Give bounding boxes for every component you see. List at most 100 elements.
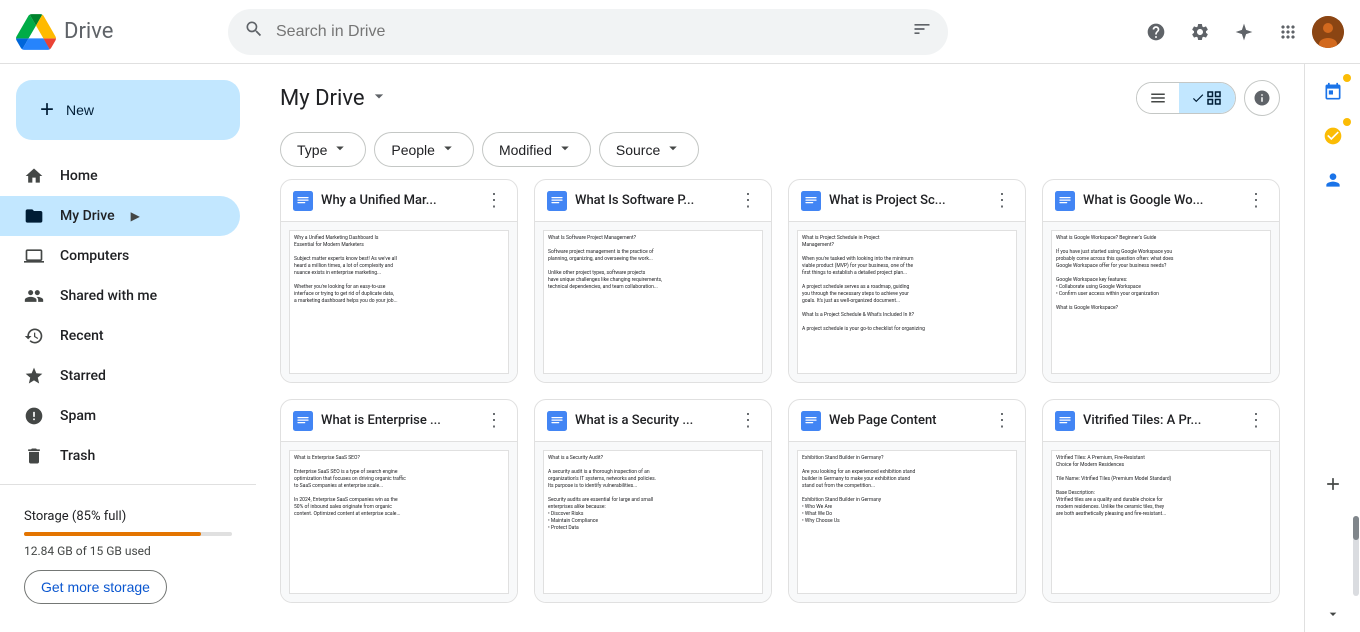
spam-icon [24, 406, 44, 426]
avatar[interactable] [1312, 16, 1344, 48]
card-preview: Vitrified Tiles: A Premium, Fire-Resista… [1043, 442, 1279, 602]
sidebar-item-shared[interactable]: Shared with me [0, 276, 240, 316]
list-view-button[interactable] [1137, 83, 1179, 113]
doc-icon [293, 191, 313, 211]
gemini-icon-button[interactable] [1224, 12, 1264, 52]
card-more-button[interactable]: ⋮ [991, 408, 1013, 433]
doc-preview-text: Why a Unified Marketing Dashboard IsEsse… [289, 230, 509, 374]
card-header: Vitrified Tiles: A Pr... ⋮ [1043, 400, 1279, 442]
card-more-button[interactable]: ⋮ [737, 188, 759, 213]
file-card[interactable]: Web Page Content ⋮ Exhibition Stand Buil… [788, 399, 1026, 603]
doc-preview-text: What is a Security Audit?A security audi… [543, 450, 763, 594]
people-icon [24, 286, 44, 306]
doc-preview-text: Vitrified Tiles: A Premium, Fire-Resista… [1051, 450, 1271, 594]
breadcrumb-chevron-icon[interactable] [369, 86, 389, 111]
sidebar-label-home: Home [60, 168, 98, 184]
filter-type-chevron [331, 139, 349, 160]
card-header: What is Enterprise ... ⋮ [281, 400, 517, 442]
filter-type-label: Type [297, 142, 327, 158]
card-preview-inner: What is Enterprise SaaS SEO?Enterprise S… [281, 442, 517, 602]
filter-type[interactable]: Type [280, 132, 366, 167]
doc-icon [547, 411, 567, 431]
content-header: My Drive [256, 64, 1304, 124]
topbar: Drive [0, 0, 1360, 64]
card-preview: What Is Software Project Management?Soft… [535, 222, 771, 382]
doc-icon [547, 191, 567, 211]
file-card[interactable]: What is Google Wo... ⋮ What is Google Wo… [1042, 179, 1280, 383]
storage-bar-background [24, 532, 232, 536]
tasks-icon-button[interactable] [1313, 116, 1353, 156]
storage-bar-fill [24, 532, 201, 536]
filter-source[interactable]: Source [599, 132, 699, 167]
search-filter-icon[interactable] [912, 19, 932, 44]
sidebar-item-spam[interactable]: Spam [0, 396, 240, 436]
sidebar-item-home[interactable]: Home [0, 156, 240, 196]
search-bar[interactable] [228, 9, 948, 55]
card-title: What is Enterprise ... [321, 413, 475, 428]
search-input[interactable] [276, 23, 900, 41]
computer-icon [24, 246, 44, 266]
sidebar-label-my-drive: My Drive [60, 208, 115, 224]
calendar-icon-button[interactable] [1313, 72, 1353, 112]
settings-icon-button[interactable] [1180, 12, 1220, 52]
card-more-button[interactable]: ⋮ [991, 188, 1013, 213]
contacts-icon-button[interactable] [1313, 160, 1353, 200]
filter-people[interactable]: People [374, 132, 474, 167]
card-title: What is Project Sc... [829, 193, 983, 208]
card-preview-inner: Vitrified Tiles: A Premium, Fire-Resista… [1043, 442, 1279, 602]
sidebar-label-starred: Starred [60, 368, 106, 384]
star-icon [24, 366, 44, 386]
view-controls [1136, 80, 1280, 116]
doc-icon [1055, 191, 1075, 211]
card-preview: What is Enterprise SaaS SEO?Enterprise S… [281, 442, 517, 602]
topbar-right [1136, 12, 1344, 52]
storage-label: Storage (85% full) [24, 509, 232, 524]
new-button[interactable]: + New [16, 80, 240, 140]
list-view-icon [1149, 89, 1167, 107]
folder-icon [24, 206, 44, 226]
add-apps-button[interactable] [1313, 464, 1353, 504]
support-icon-button[interactable] [1136, 12, 1176, 52]
file-card[interactable]: What Is Software P... ⋮ What Is Software… [534, 179, 772, 383]
card-more-button[interactable]: ⋮ [1245, 188, 1267, 213]
card-more-button[interactable]: ⋮ [737, 408, 759, 433]
card-preview: Exhibition Stand Builder in Germany?Are … [789, 442, 1025, 602]
sidebar-item-starred[interactable]: Starred [0, 356, 240, 396]
file-card[interactable]: Why a Unified Mar... ⋮ Why a Unified Mar… [280, 179, 518, 383]
drive-title[interactable]: My Drive [280, 86, 365, 111]
card-title: Why a Unified Mar... [321, 193, 475, 208]
card-more-button[interactable]: ⋮ [483, 408, 505, 433]
sidebar-item-recent[interactable]: Recent [0, 316, 240, 356]
doc-preview-text: What Is Software Project Management?Soft… [543, 230, 763, 374]
logo-area: Drive [16, 12, 216, 52]
content-area: My Drive [256, 64, 1304, 632]
card-title: Web Page Content [829, 413, 983, 428]
grid-view-button[interactable] [1179, 83, 1235, 113]
file-card[interactable]: Vitrified Tiles: A Pr... ⋮ Vitrified Til… [1042, 399, 1280, 603]
file-card[interactable]: What is a Security ... ⋮ What is a Secur… [534, 399, 772, 603]
doc-icon [293, 411, 313, 431]
scroll-down-icon[interactable] [1323, 604, 1343, 624]
sidebar-item-my-drive[interactable]: My Drive ▶ [0, 196, 240, 236]
doc-preview-text: What is Enterprise SaaS SEO?Enterprise S… [289, 450, 509, 594]
file-card[interactable]: What is Enterprise ... ⋮ What is Enterpr… [280, 399, 518, 603]
sidebar-item-computers[interactable]: Computers [0, 236, 240, 276]
sidebar-item-trash[interactable]: Trash [0, 436, 240, 476]
get-more-storage-button[interactable]: Get more storage [24, 570, 167, 604]
card-preview-inner: What is Google Workspace? Beginner's Gui… [1043, 222, 1279, 382]
apps-icon-button[interactable] [1268, 12, 1308, 52]
file-card[interactable]: What is Project Sc... ⋮ What is Project … [788, 179, 1026, 383]
info-button[interactable] [1244, 80, 1280, 116]
card-more-button[interactable]: ⋮ [1245, 408, 1267, 433]
file-grid: Why a Unified Mar... ⋮ Why a Unified Mar… [256, 179, 1304, 627]
filter-people-label: People [391, 142, 435, 158]
card-preview-inner: What is Project Schedule in ProjectManag… [789, 222, 1025, 382]
card-preview: Why a Unified Marketing Dashboard IsEsse… [281, 222, 517, 382]
filter-modified[interactable]: Modified [482, 132, 591, 167]
filter-modified-label: Modified [499, 142, 552, 158]
card-header: Web Page Content ⋮ [789, 400, 1025, 442]
card-more-button[interactable]: ⋮ [483, 188, 505, 213]
sidebar: + New Home My Drive ▶ Computers Shared w… [0, 64, 256, 632]
sidebar-label-spam: Spam [60, 408, 96, 424]
breadcrumb: My Drive [280, 86, 389, 111]
